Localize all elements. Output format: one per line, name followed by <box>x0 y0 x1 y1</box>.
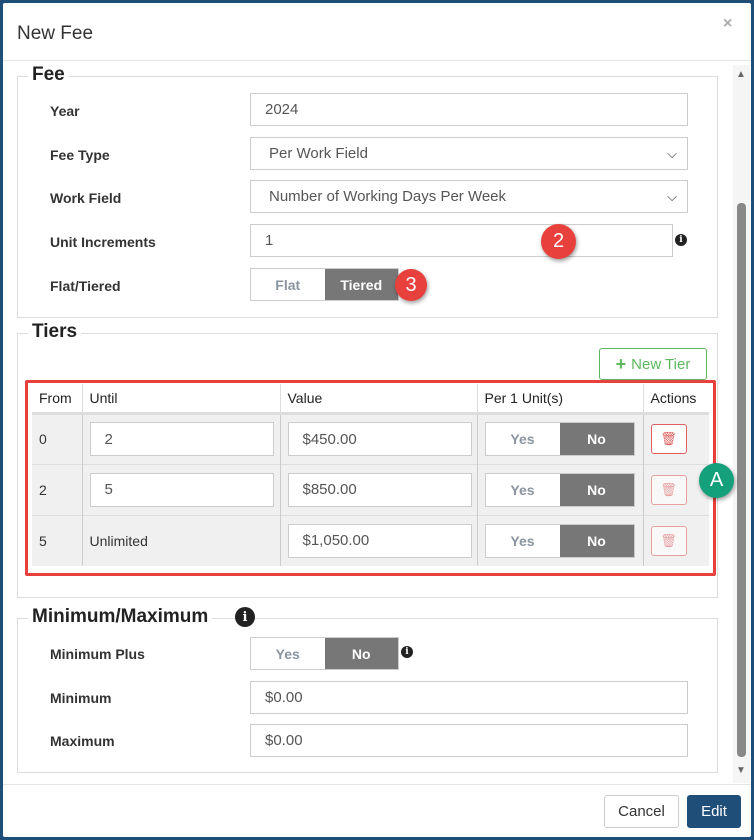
minimum-plus-label: Minimum Plus <box>50 646 145 662</box>
new-fee-dialog: New Fee × ▲ ▼ Fee Year 2024 Fee Type Per… <box>3 3 751 837</box>
new-tier-label: New Tier <box>631 355 691 373</box>
flat-tiered-toggle[interactable]: Flat Tiered <box>250 268 399 301</box>
minimum-label: Minimum <box>50 690 112 706</box>
chevron-down-icon: ⌵ <box>667 188 677 204</box>
plus-icon: + <box>615 353 627 374</box>
unit-increments-label: Unit Increments <box>50 234 156 250</box>
info-icon[interactable]: i <box>401 646 413 658</box>
flat-option[interactable]: Flat <box>251 269 325 300</box>
callout-badge-2: 2 <box>541 224 576 259</box>
divider <box>3 60 751 61</box>
work-field-value: Number of Working Days Per Week <box>269 188 507 205</box>
tiered-option[interactable]: Tiered <box>324 269 398 300</box>
dialog-title: New Fee <box>17 23 94 44</box>
work-field-label: Work Field <box>50 190 122 206</box>
work-field-select[interactable]: Number of Working Days Per Week ⌵ <box>250 180 688 213</box>
callout-badge-a: A <box>699 463 734 498</box>
info-icon[interactable]: i <box>235 607 255 627</box>
yes-option[interactable]: Yes <box>251 638 325 669</box>
chevron-down-icon: ⌵ <box>667 145 677 161</box>
minimum-input[interactable]: $0.00 <box>250 681 688 714</box>
edit-button[interactable]: Edit <box>687 795 741 828</box>
maximum-input[interactable]: $0.00 <box>250 724 688 757</box>
tiers-legend: Tiers <box>28 321 82 343</box>
flat-tiered-label: Flat/Tiered <box>50 278 121 294</box>
info-icon[interactable]: i <box>675 234 687 246</box>
callout-badge-3: 3 <box>395 269 427 301</box>
unit-increments-input[interactable]: 1 <box>250 224 673 257</box>
scrollbar-thumb[interactable] <box>737 203 746 757</box>
fee-type-select[interactable]: Per Work Field ⌵ <box>250 137 688 170</box>
year-label: Year <box>50 103 80 119</box>
scroll-down-icon[interactable]: ▼ <box>736 765 746 776</box>
minmax-legend: Minimum/Maximum <box>28 606 213 628</box>
cancel-button[interactable]: Cancel <box>604 795 679 828</box>
fee-type-label: Fee Type <box>50 147 110 163</box>
minimum-plus-toggle[interactable]: Yes No <box>250 637 399 670</box>
fee-type-value: Per Work Field <box>269 145 368 162</box>
year-input[interactable]: 2024 <box>250 93 688 126</box>
close-icon[interactable]: × <box>723 15 732 33</box>
callout-highlight-box <box>25 380 716 576</box>
divider <box>3 784 751 785</box>
no-option[interactable]: No <box>324 638 398 669</box>
new-tier-button[interactable]: + New Tier <box>599 348 707 380</box>
scroll-up-icon[interactable]: ▲ <box>736 69 746 80</box>
scrollbar[interactable]: ▲ ▼ <box>733 65 750 783</box>
fee-legend: Fee <box>28 64 69 86</box>
maximum-label: Maximum <box>50 733 115 749</box>
